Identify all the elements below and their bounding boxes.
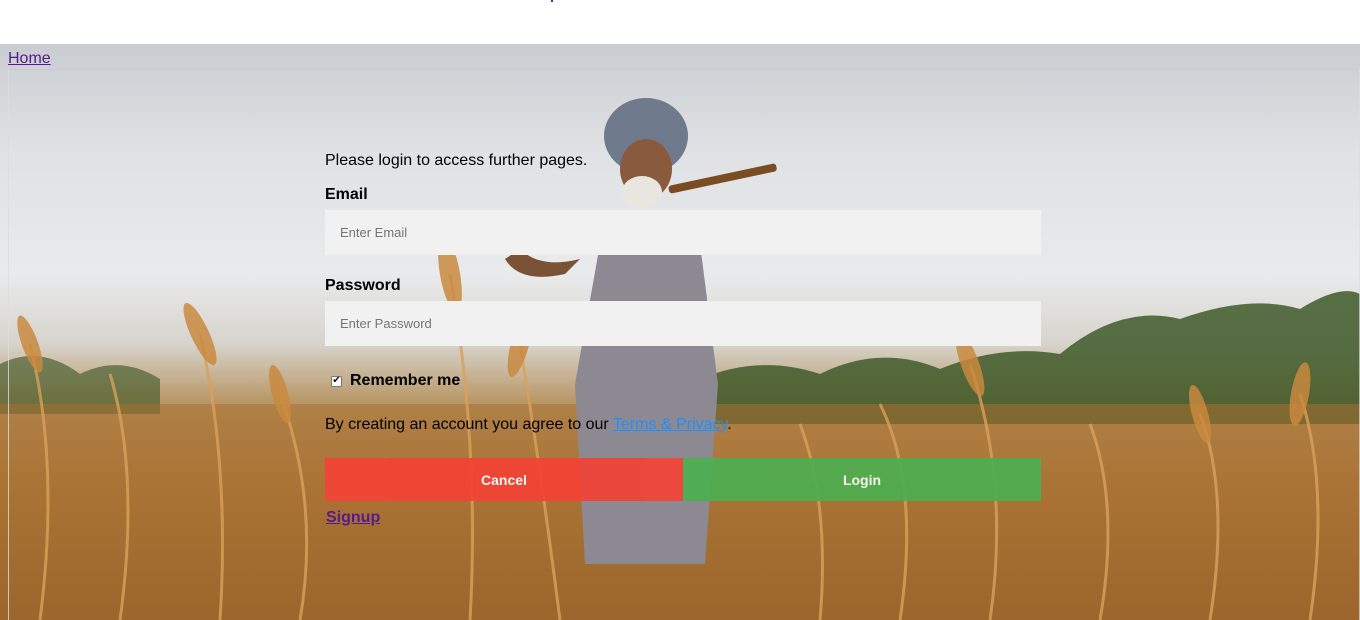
home-link[interactable]: Home [8,50,51,68]
login-button[interactable]: Login [683,458,1041,501]
terms-text: By creating an account you agree to our … [325,416,1041,434]
password-label: Password [325,277,401,294]
background-image: Home Please login to access further page… [0,44,1360,620]
remember-me-row: ✔ Remember me [325,372,1041,390]
top-bar [0,0,1360,44]
form-buttons: Cancel Login [325,458,1041,501]
terms-prefix: By creating an account you agree to our [325,416,613,433]
password-field[interactable] [325,301,1041,346]
login-form: Please login to access further pages. Em… [325,152,1041,527]
email-label: Email [325,186,368,203]
remember-me-label: Remember me [350,372,461,389]
login-intro-text: Please login to access further pages. [325,152,588,169]
check-icon: ✔ [332,375,341,386]
terms-suffix: . [727,416,732,433]
remember-me-checkbox[interactable]: ✔ [331,375,342,387]
cancel-button[interactable]: Cancel [325,458,683,501]
email-field[interactable] [325,210,1041,255]
top-bar-dot [551,0,553,2]
signup-link[interactable]: Signup [326,509,380,527]
terms-privacy-link[interactable]: Terms & Privacy [613,416,727,433]
